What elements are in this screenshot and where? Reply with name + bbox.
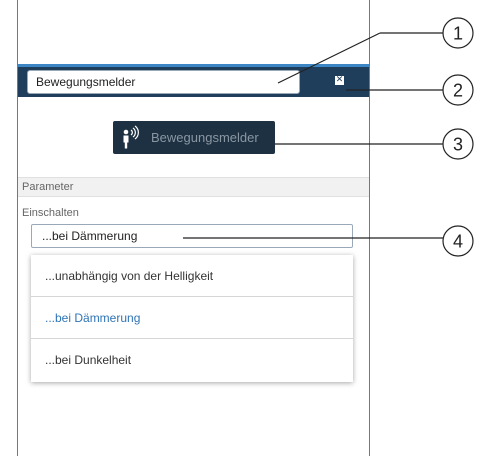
callout-number-2: 2 — [453, 81, 463, 101]
callout-overlay: 1 2 3 4 — [183, 17, 474, 257]
callout-2: 2 — [346, 74, 474, 106]
callout-number-4: 4 — [453, 232, 463, 252]
callout-4: 4 — [183, 225, 474, 257]
callout-number-1: 1 — [453, 24, 463, 44]
callout-3: 3 — [275, 128, 474, 160]
callout-1: 1 — [277, 17, 474, 84]
callout-number-3: 3 — [453, 135, 463, 155]
